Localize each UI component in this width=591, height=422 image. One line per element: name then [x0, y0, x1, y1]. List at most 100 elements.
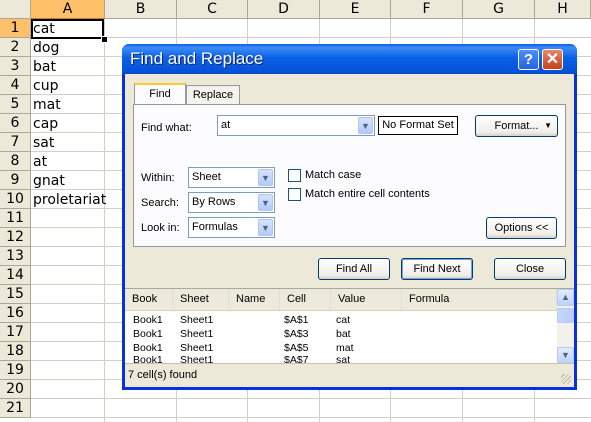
results-header-book[interactable]: Book [125, 289, 173, 311]
row-header-1[interactable]: 1 [0, 19, 31, 38]
row-header-17[interactable]: 17 [0, 323, 31, 342]
find-all-button[interactable]: Find All [318, 258, 390, 280]
find-what-value: at [221, 119, 231, 131]
row-header-11[interactable]: 11 [0, 209, 31, 228]
result-value: mat [336, 342, 354, 354]
column-header-g[interactable]: G [463, 0, 535, 19]
column-header-e[interactable]: E [320, 0, 391, 19]
row-header-16[interactable]: 16 [0, 304, 31, 323]
row-header-3[interactable]: 3 [0, 57, 31, 76]
chevron-down-icon[interactable]: ▼ [258, 194, 273, 211]
match-entire-checkbox[interactable] [288, 188, 301, 201]
find-what-label: Find what: [141, 122, 192, 134]
result-book: Book1 [133, 342, 163, 354]
status-text: 7 cell(s) found [128, 369, 198, 381]
close-button[interactable]: Close [494, 258, 566, 280]
row-header-9[interactable]: 9 [0, 171, 31, 190]
column-header-c[interactable]: C [177, 0, 248, 19]
row-header-5[interactable]: 5 [0, 95, 31, 114]
row-gridline [31, 417, 591, 418]
cell-a9[interactable]: gnat [33, 172, 65, 191]
match-case-label[interactable]: Match case [305, 169, 361, 181]
find-next-button[interactable]: Find Next [401, 258, 473, 280]
result-book: Book1 [133, 314, 163, 326]
row-header-8[interactable]: 8 [0, 152, 31, 171]
dialog-title: Find and Replace [130, 49, 264, 68]
match-case-checkbox[interactable] [288, 169, 301, 182]
cell-a8[interactable]: at [33, 153, 47, 172]
chevron-down-icon[interactable]: ▼ [258, 219, 273, 236]
no-format-preview: No Format Set [378, 116, 458, 135]
results-scrollbar[interactable]: ▲ ▼ [557, 289, 574, 364]
cell-a6[interactable]: cap [33, 115, 58, 134]
within-select[interactable]: Sheet ▼ [188, 167, 275, 188]
search-select[interactable]: By Rows ▼ [188, 192, 275, 213]
title-close-button[interactable]: ✕ [542, 49, 563, 70]
cell-a10[interactable]: proletariat [33, 191, 106, 210]
row-header-14[interactable]: 14 [0, 266, 31, 285]
row-header-21[interactable]: 21 [0, 399, 31, 418]
column-header-b[interactable]: B [105, 0, 177, 19]
help-icon: ? [523, 51, 534, 68]
chevron-down-icon[interactable]: ▼ [258, 169, 273, 186]
dialog-titlebar[interactable]: Find and Replace ? ✕ [122, 44, 577, 74]
row-header-2[interactable]: 2 [0, 38, 31, 57]
row-header-4[interactable]: 4 [0, 76, 31, 95]
row-header-19[interactable]: 19 [0, 361, 31, 380]
results-header-value[interactable]: Value [331, 289, 402, 311]
find-what-input[interactable]: at ▼ [217, 115, 375, 136]
tab-find[interactable]: Find [134, 83, 186, 105]
scroll-thumb[interactable] [557, 308, 574, 323]
column-header-d[interactable]: D [248, 0, 320, 19]
column-header-h[interactable]: H [535, 0, 591, 19]
results-header-name[interactable]: Name [229, 289, 280, 311]
result-value: cat [336, 314, 351, 326]
help-button[interactable]: ? [518, 49, 539, 70]
row-header-15[interactable]: 15 [0, 285, 31, 304]
cell-a4[interactable]: cup [33, 77, 58, 96]
row-header-13[interactable]: 13 [0, 247, 31, 266]
row-gridline [31, 37, 591, 38]
format-button[interactable]: Format... ▼ [475, 115, 558, 137]
scroll-down-icon[interactable]: ▼ [557, 347, 574, 364]
result-cell: $A$3 [284, 328, 309, 340]
fill-handle[interactable] [101, 36, 108, 43]
active-cell-border [31, 19, 104, 39]
results-header-sheet[interactable]: Sheet [173, 289, 229, 311]
results-list[interactable]: Book Sheet Name Cell Value Formula Book1… [125, 288, 574, 364]
cell-a7[interactable]: sat [33, 134, 54, 153]
scroll-up-icon[interactable]: ▲ [557, 289, 574, 306]
within-value: Sheet [192, 171, 221, 183]
row-header-6[interactable]: 6 [0, 114, 31, 133]
results-header-cell[interactable]: Cell [280, 289, 331, 311]
result-value: bat [336, 328, 351, 340]
column-header-f[interactable]: F [391, 0, 463, 19]
cell-a5[interactable]: mat [33, 96, 61, 115]
find-replace-dialog: Find and Replace ? ✕ Find Replace Find w… [122, 44, 577, 390]
options-button[interactable]: Options << [486, 217, 557, 239]
tab-replace[interactable]: Replace [186, 85, 240, 105]
result-cell: $A$1 [284, 314, 309, 326]
resize-grip-icon[interactable] [561, 374, 571, 384]
select-all-corner[interactable] [0, 0, 31, 19]
result-book: Book1 [133, 328, 163, 340]
find-tab-panel: Find what: at ▼ No Format Set Format... … [133, 104, 566, 247]
row-header-10[interactable]: 10 [0, 190, 31, 209]
row-header-18[interactable]: 18 [0, 342, 31, 361]
close-icon: ✕ [545, 51, 560, 68]
match-entire-label[interactable]: Match entire cell contents [305, 188, 430, 200]
lookin-select[interactable]: Formulas ▼ [188, 217, 275, 238]
row-header-7[interactable]: 7 [0, 133, 31, 152]
column-gridline [104, 19, 105, 422]
lookin-label: Look in: [141, 222, 180, 234]
row-header-20[interactable]: 20 [0, 380, 31, 399]
column-header-a[interactable]: A [31, 0, 105, 19]
results-header-formula[interactable]: Formula [402, 289, 557, 311]
cell-a3[interactable]: bat [33, 58, 56, 77]
result-sheet: Sheet1 [180, 328, 214, 340]
cell-a2[interactable]: dog [33, 39, 59, 58]
chevron-down-icon[interactable]: ▼ [358, 117, 373, 134]
search-label: Search: [141, 197, 179, 209]
row-header-12[interactable]: 12 [0, 228, 31, 247]
dropdown-arrow-icon: ▼ [544, 121, 552, 130]
